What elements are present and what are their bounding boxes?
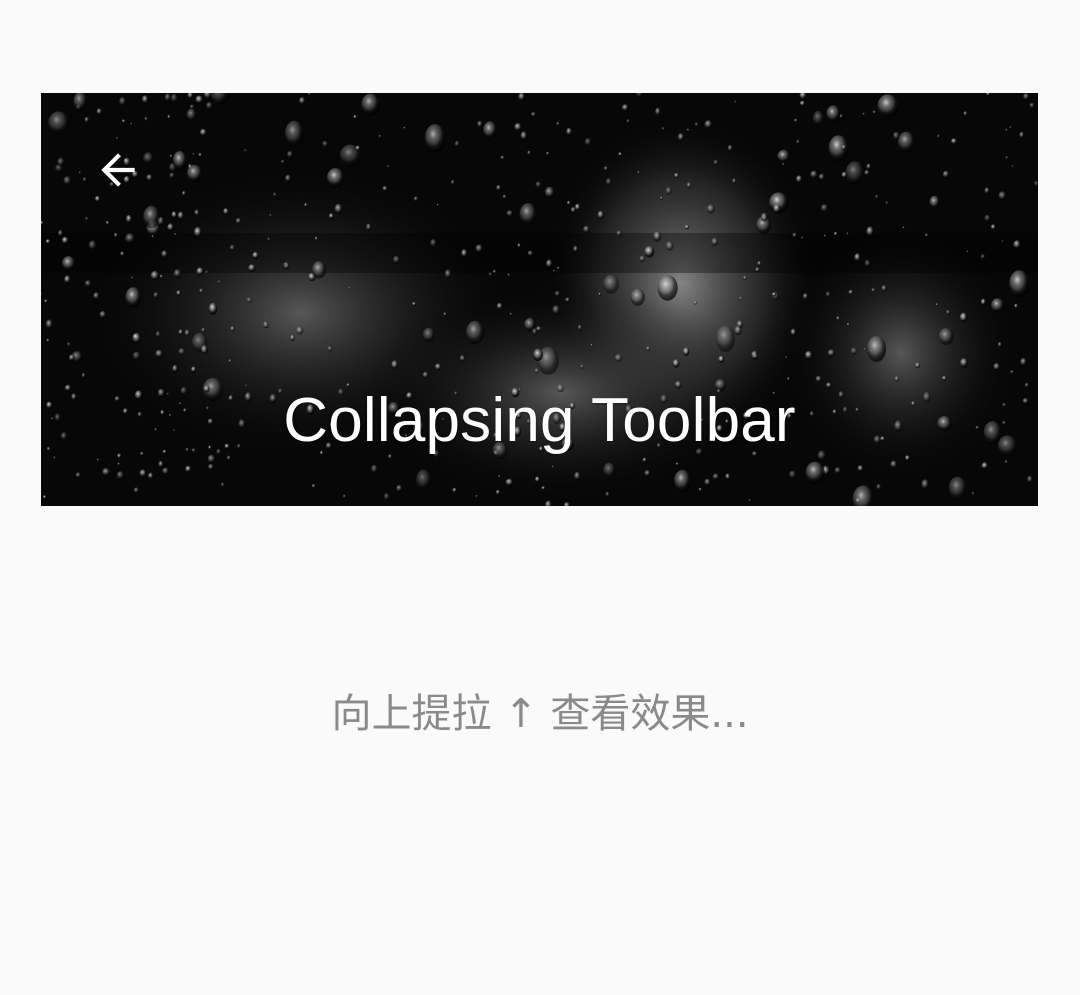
collapsing-app-bar[interactable]: Collapsing Toolbar <box>41 93 1038 506</box>
arrow-back-icon <box>93 145 143 195</box>
back-button[interactable] <box>85 137 151 203</box>
scroll-hint-text: 向上提拉 ↑ 查看效果... <box>331 691 749 737</box>
toolbar-title: Collapsing Toolbar <box>283 386 796 455</box>
screen: Collapsing Toolbar 向上提拉 ↑ 查看效果... <box>0 0 1080 995</box>
